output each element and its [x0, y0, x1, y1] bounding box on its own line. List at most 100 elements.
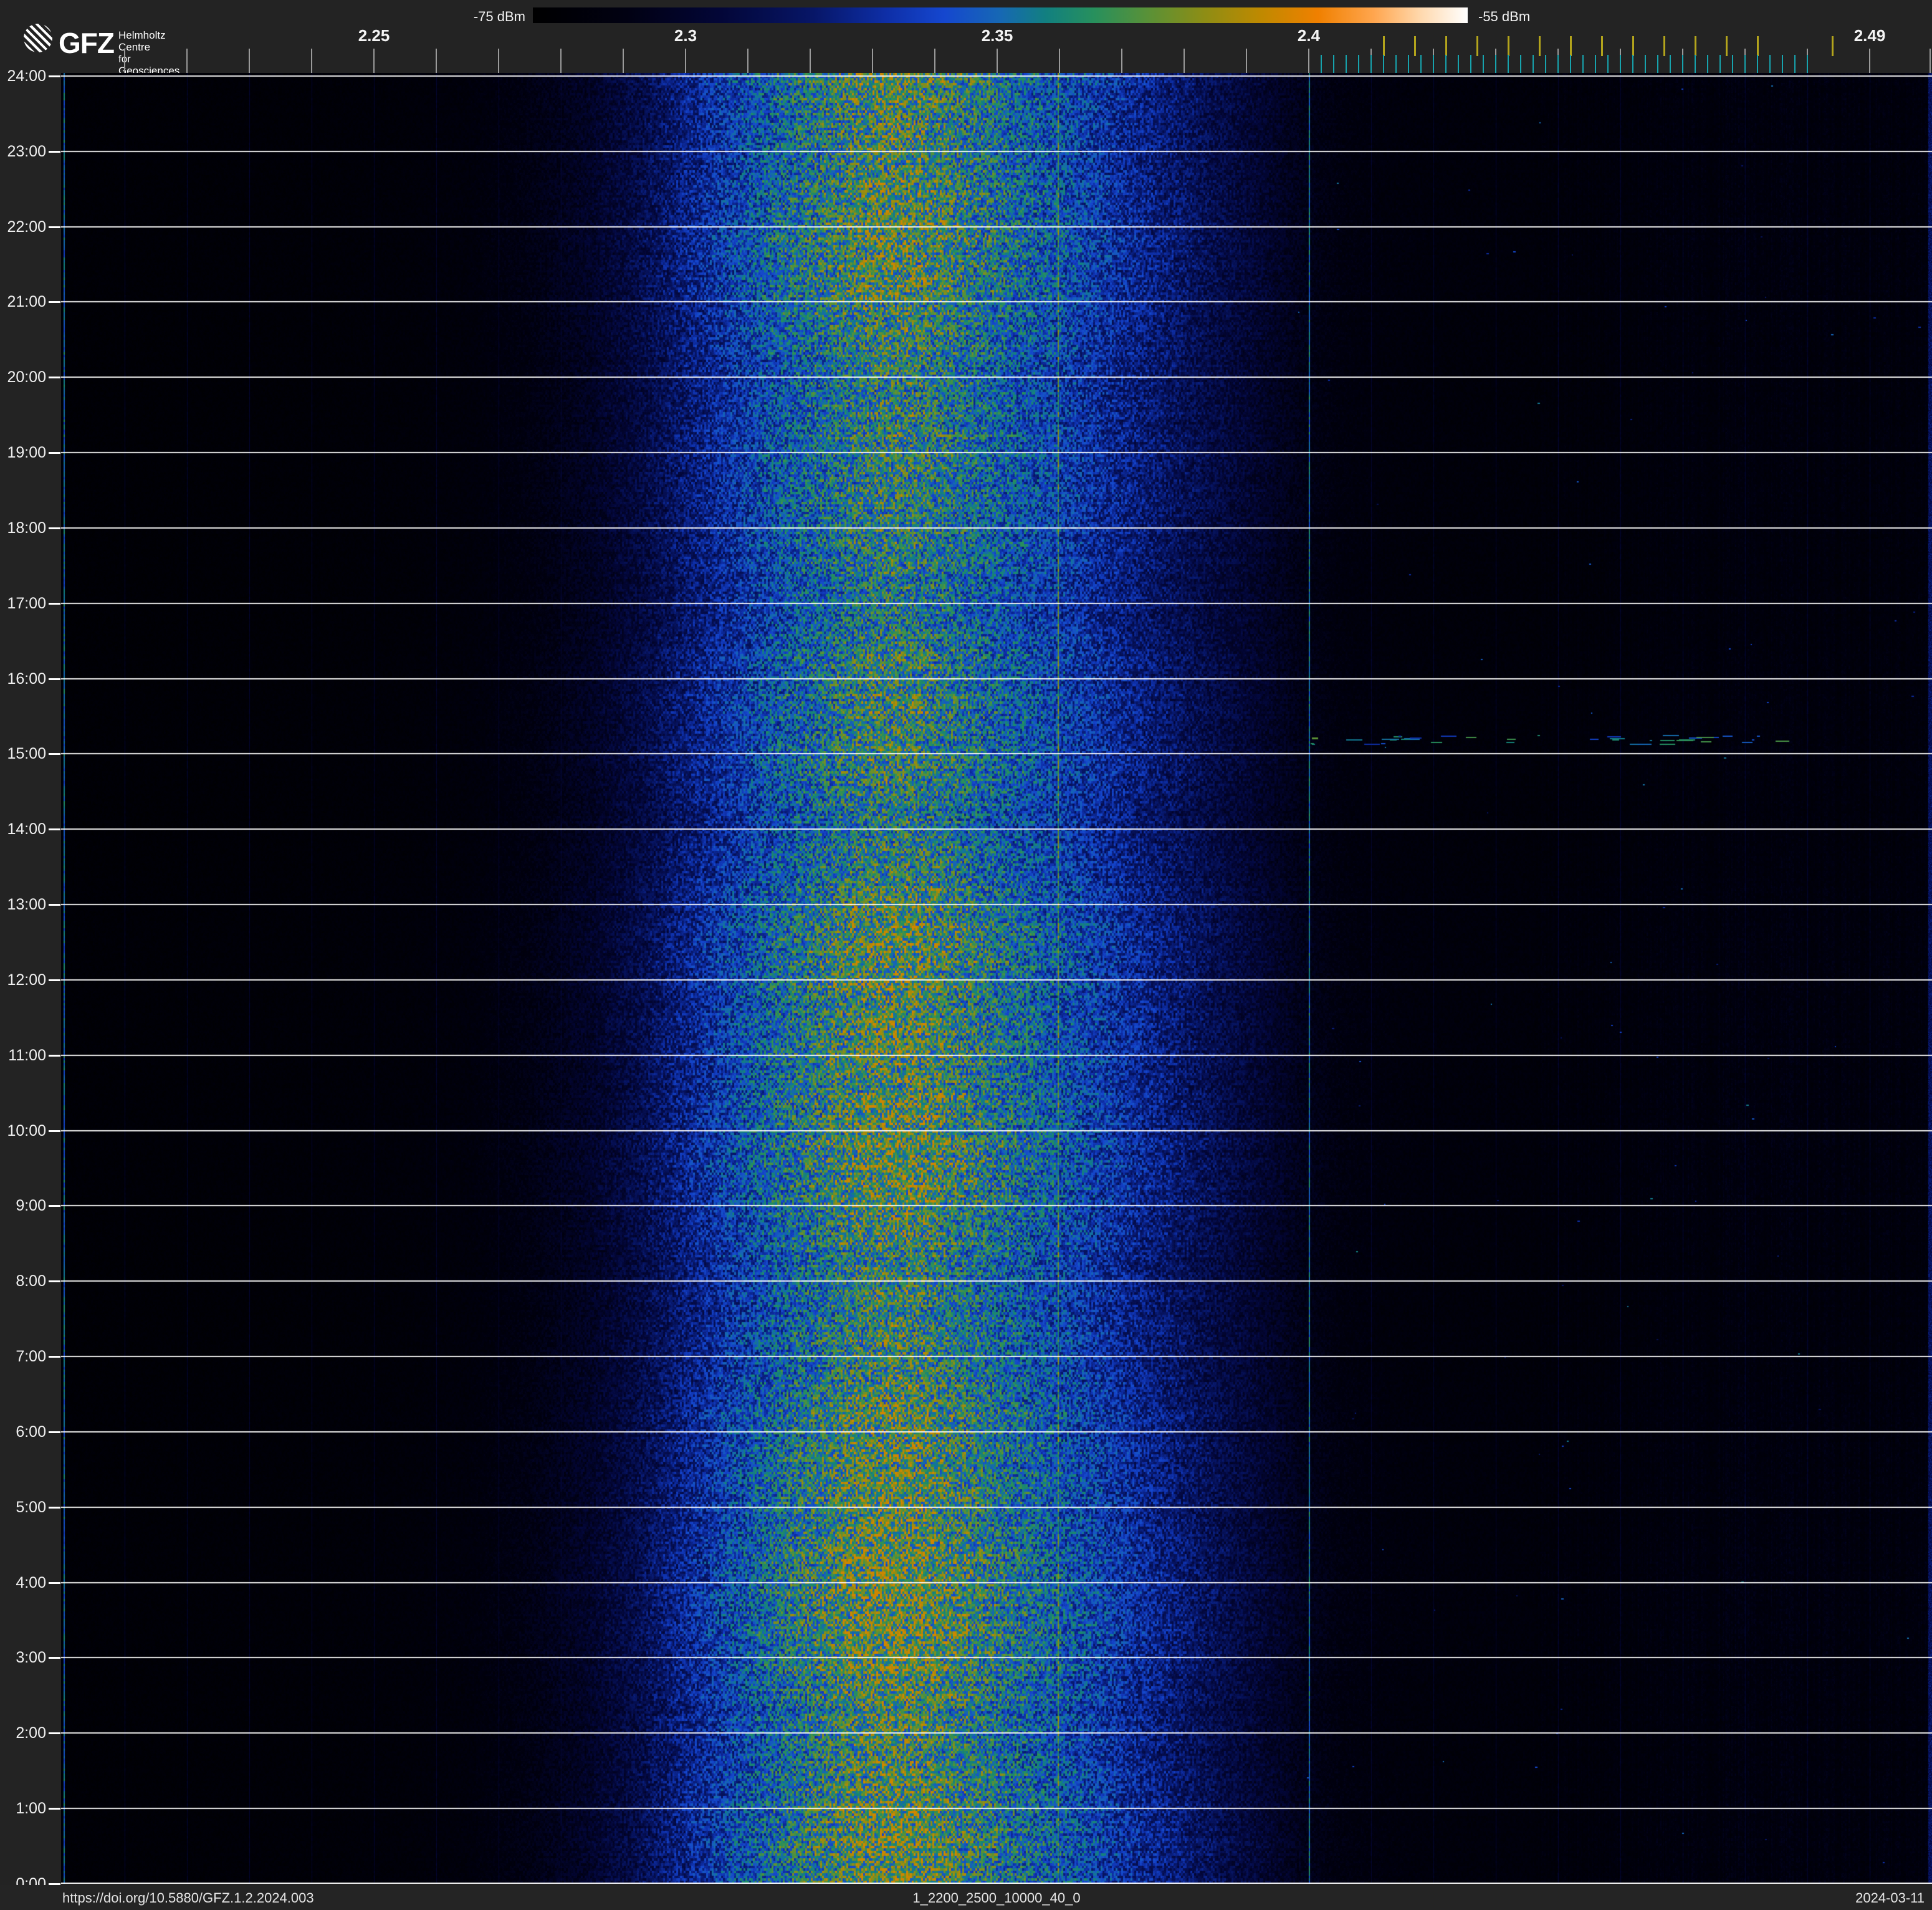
ble-channel-tick: [1433, 55, 1434, 73]
time-label: 20:00: [7, 368, 46, 386]
time-label: 10:00: [7, 1122, 46, 1140]
ble-channel-tick: [1383, 55, 1384, 73]
time-tick: [49, 301, 60, 303]
ble-channel-tick: [1570, 55, 1571, 73]
time-tick: [49, 226, 60, 228]
ble-channel-tick: [1483, 55, 1484, 73]
freq-tick: [249, 49, 250, 73]
gfz-logo-subtitle: Helmholtz Centre for Geosciences: [118, 29, 179, 77]
ble-channel-tick: [1769, 55, 1771, 73]
wifi-channel-tick: [1695, 36, 1696, 56]
time-label: 7:00: [16, 1348, 46, 1365]
ble-channel-tick: [1732, 55, 1733, 73]
time-tick: [49, 1507, 60, 1509]
wifi-channel-tick: [1663, 36, 1665, 56]
ble-channel-tick: [1632, 55, 1633, 73]
wifi-channel-tick: [1601, 36, 1603, 56]
wifi-channel-tick: [1383, 36, 1385, 56]
freq-label: 2.3: [674, 26, 697, 45]
freq-tick: [997, 49, 998, 73]
ble-channel-tick: [1420, 55, 1422, 73]
time-label: 12:00: [7, 971, 46, 989]
time-tick: [49, 904, 60, 906]
colorbar-max-label: -55 dBm: [1478, 9, 1531, 24]
ble-channel-tick: [1782, 55, 1783, 73]
time-tick: [49, 1582, 60, 1584]
ble-channel-tick: [1408, 55, 1409, 73]
wifi-channel-tick: [1726, 36, 1728, 56]
ble-channel-tick: [1620, 55, 1621, 73]
freq-tick: [186, 49, 188, 73]
ble-channel-tick: [1757, 55, 1758, 73]
freq-tick: [124, 49, 125, 73]
freq-tick: [1184, 49, 1185, 73]
time-label: 22:00: [7, 218, 46, 236]
freq-label: 2.35: [981, 26, 1013, 45]
time-label: 2:00: [16, 1724, 46, 1742]
freq-tick: [1059, 49, 1060, 73]
time-tick: [49, 979, 60, 981]
ble-channel-tick: [1395, 55, 1397, 73]
doi-text: https://doi.org/10.5880/GFZ.1.2.2024.003: [62, 1890, 314, 1906]
wifi-channel-tick: [1445, 36, 1447, 56]
ble-channel-tick: [1520, 55, 1521, 73]
freq-tick: [685, 49, 686, 73]
ble-channel-tick: [1445, 55, 1447, 73]
ble-channel-tick: [1582, 55, 1584, 73]
time-label: 11:00: [8, 1047, 46, 1064]
wifi-channel-tick: [1539, 36, 1541, 56]
time-tick: [49, 1431, 60, 1433]
time-tick: [49, 1055, 60, 1057]
ble-channel-tick: [1533, 55, 1534, 73]
time-label: 21:00: [7, 293, 46, 310]
freq-tick: [436, 49, 437, 73]
time-tick: [49, 828, 60, 830]
freq-tick: [747, 49, 748, 73]
time-label: 5:00: [16, 1499, 46, 1516]
ble-channel-tick: [1719, 55, 1721, 73]
time-tick: [49, 678, 60, 680]
time-label: 9:00: [16, 1197, 46, 1214]
freq-tick: [810, 49, 811, 73]
time-label: 16:00: [7, 670, 46, 688]
gfz-logo-text: GFZ: [59, 27, 115, 59]
time-tick: [49, 603, 60, 605]
ble-channel-tick: [1557, 55, 1559, 73]
gfz-subtitle-line1: Helmholtz Centre: [118, 29, 166, 53]
freq-tick: [311, 49, 312, 73]
time-tick: [49, 151, 60, 153]
wifi-channel-tick: [1832, 36, 1834, 56]
ble-channel-tick: [1545, 55, 1546, 73]
dataset-name: 1_2200_2500_10000_40_0: [912, 1890, 1081, 1906]
ble-channel-tick: [1595, 55, 1596, 73]
ble-channel-tick: [1744, 55, 1746, 73]
time-tick: [49, 75, 60, 77]
wifi-channel-tick: [1570, 36, 1572, 56]
spectrogram-canvas: [61, 73, 1932, 1884]
time-label: 4:00: [16, 1574, 46, 1591]
time-tick: [49, 1280, 60, 1282]
ble-channel-tick: [1670, 55, 1671, 73]
time-label: 8:00: [16, 1272, 46, 1290]
date-text: 2024-03-11: [1855, 1890, 1925, 1906]
time-tick: [49, 527, 60, 529]
time-label: 13:00: [7, 896, 46, 913]
freq-tick: [934, 49, 935, 73]
time-label: 6:00: [16, 1423, 46, 1441]
ble-channel-tick: [1370, 55, 1372, 73]
time-label: 3:00: [16, 1649, 46, 1666]
time-label: 17:00: [7, 595, 46, 612]
freq-tick: [623, 49, 624, 73]
time-label: 23:00: [7, 143, 46, 160]
time-tick: [49, 1356, 60, 1358]
colorbar: [533, 7, 1468, 23]
time-tick: [49, 1130, 60, 1132]
time-tick: [49, 452, 60, 454]
time-label: 19:00: [7, 444, 46, 461]
freq-tick: [1246, 49, 1247, 73]
wifi-channel-tick: [1757, 36, 1759, 56]
freq-tick: [560, 49, 562, 73]
ble-channel-tick: [1470, 55, 1471, 73]
ble-channel-tick: [1346, 55, 1347, 73]
gfz-globe-icon: [24, 24, 52, 52]
